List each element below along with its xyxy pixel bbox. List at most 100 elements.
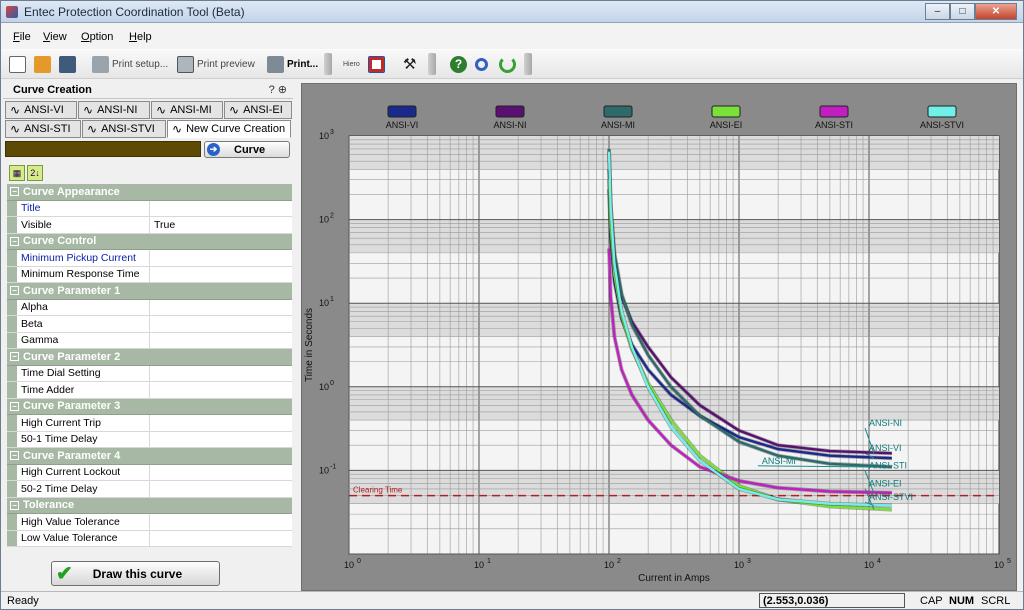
property-value[interactable]: [150, 382, 292, 398]
print-setup-label: Print setup...: [112, 58, 169, 70]
property-category[interactable]: − Curve Appearance: [7, 184, 292, 201]
property-value[interactable]: [150, 300, 292, 316]
chart-pane[interactable]: Clearing Time ANSI-VI ANSI-NI ANSI-MI ANSI-E…: [301, 83, 1017, 591]
legend-swatch-ansi-ni: [495, 105, 525, 118]
property-value[interactable]: [150, 415, 292, 431]
tab-ansi-ni[interactable]: ∿ ANSI-NI: [78, 101, 150, 119]
curve-end-label: ANSI-STVI: [869, 492, 913, 502]
collapse-icon[interactable]: −: [10, 187, 19, 197]
menu-file[interactable]: File: [13, 31, 31, 43]
property-row[interactable]: High Current Trip: [7, 415, 292, 432]
property-row[interactable]: Time Adder: [7, 382, 292, 399]
property-label: Alpha: [7, 299, 150, 315]
tcc-chart[interactable]: Clearing Time ANSI-VI ANSI-NI ANSI-MI ANSI-E…: [302, 84, 1018, 592]
property-category[interactable]: − Curve Parameter 1: [7, 283, 292, 300]
help-button[interactable]: ?: [450, 54, 470, 74]
tab-new-curve-creation[interactable]: ∿ New Curve Creation: [167, 120, 291, 138]
tools-button[interactable]: ⚒: [403, 54, 416, 74]
property-row[interactable]: Alpha: [7, 299, 292, 316]
new-button[interactable]: [9, 54, 29, 74]
property-row[interactable]: Low Value Tolerance: [7, 530, 292, 547]
curve-button[interactable]: ➔ Curve: [204, 141, 290, 158]
property-row[interactable]: Beta: [7, 316, 292, 333]
property-row[interactable]: High Value Tolerance: [7, 514, 292, 531]
menu-view[interactable]: View: [43, 31, 67, 43]
print-button[interactable]: Print...: [267, 54, 318, 74]
toolbar-grip[interactable]: [324, 53, 332, 75]
property-category[interactable]: − Curve Parameter 3: [7, 398, 292, 415]
y-tick-label: 10: [319, 382, 329, 392]
collapse-icon[interactable]: −: [10, 500, 19, 510]
property-value[interactable]: [150, 514, 292, 530]
property-category-label: Curve Parameter 2: [23, 350, 121, 363]
panel-pin-icon[interactable]: ? ⊕: [269, 83, 287, 96]
property-value[interactable]: [150, 432, 292, 448]
toolbar-grip-2[interactable]: [428, 53, 436, 75]
print-preview-label: Print preview: [197, 58, 255, 70]
menu-option-mnemonic: O: [81, 31, 90, 43]
plot-band: [349, 136, 999, 170]
tab-ansi-sti[interactable]: ∿ ANSI-STI: [5, 120, 81, 138]
property-category[interactable]: − Curve Parameter 2: [7, 349, 292, 366]
menu-help[interactable]: Help: [129, 31, 152, 43]
property-row[interactable]: Time Dial Setting: [7, 365, 292, 382]
property-grid: − Curve Appearance Title Visible True − Curve …: [7, 184, 292, 547]
tab-ansi-stvi[interactable]: ∿ ANSI-STVI: [82, 120, 166, 138]
legend-label-ansi-stvi: ANSI-STVI: [920, 120, 964, 130]
property-category[interactable]: − Tolerance: [7, 497, 292, 514]
save-button[interactable]: [59, 54, 79, 74]
property-row[interactable]: 50-2 Time Delay: [7, 481, 292, 498]
property-category[interactable]: − Curve Parameter 4: [7, 448, 292, 465]
y-tick-exponent: 3: [330, 129, 334, 136]
tab-ansi-ei[interactable]: ∿ ANSI-EI: [224, 101, 292, 119]
property-value[interactable]: True: [150, 217, 292, 233]
curve-name-field[interactable]: [5, 141, 201, 157]
tab-label: ANSI-EI: [243, 104, 283, 116]
draw-curve-button[interactable]: ✔ Draw this curve: [51, 561, 220, 586]
categorized-icon[interactable]: ▦: [9, 165, 25, 181]
print-preview-button[interactable]: Print preview: [177, 54, 255, 74]
tab-ansi-vi[interactable]: ∿ ANSI-VI: [5, 101, 77, 119]
collapse-icon[interactable]: −: [10, 352, 19, 362]
collapse-icon[interactable]: −: [10, 236, 19, 246]
property-row[interactable]: Minimum Response Time: [7, 266, 292, 283]
property-category[interactable]: − Curve Control: [7, 233, 292, 250]
property-label: Time Dial Setting: [7, 365, 150, 381]
property-value[interactable]: [150, 531, 292, 547]
property-value[interactable]: [150, 201, 292, 217]
alphabetical-icon[interactable]: 2↓: [27, 165, 43, 181]
close-button[interactable]: ✕: [975, 3, 1017, 20]
property-value[interactable]: [150, 316, 292, 332]
maximize-button[interactable]: □: [950, 3, 975, 20]
minimize-button[interactable]: –: [925, 3, 950, 20]
menu-option[interactable]: Option: [81, 31, 113, 43]
tab-ansi-mi[interactable]: ∿ ANSI-MI: [151, 101, 223, 119]
report-icon: [368, 55, 385, 73]
folder-open-icon: [34, 55, 51, 73]
x-tick-label: 10: [734, 560, 744, 570]
property-row[interactable]: Visible True: [7, 217, 292, 234]
property-row[interactable]: Title: [7, 200, 292, 217]
property-row[interactable]: Gamma: [7, 332, 292, 349]
property-value[interactable]: [150, 333, 292, 349]
collapse-icon[interactable]: −: [10, 286, 19, 296]
floppy-disk-icon: [59, 55, 76, 73]
property-row[interactable]: High Current Lockout: [7, 464, 292, 481]
find-button[interactable]: [475, 54, 491, 74]
property-value[interactable]: [150, 267, 292, 283]
property-row[interactable]: Minimum Pickup Current: [7, 250, 292, 267]
print-setup-button[interactable]: Print setup...: [92, 54, 168, 74]
refresh-button[interactable]: [499, 54, 519, 74]
property-value[interactable]: [150, 465, 292, 481]
open-button[interactable]: [34, 54, 54, 74]
toolbar-grip-3[interactable]: [524, 53, 532, 75]
x-tick-exponent: 0: [357, 558, 361, 565]
property-row[interactable]: 50-1 Time Delay: [7, 431, 292, 448]
property-value[interactable]: [150, 366, 292, 382]
collapse-icon[interactable]: −: [10, 401, 19, 411]
property-value[interactable]: [150, 481, 292, 497]
x-tick-label: 10: [474, 560, 484, 570]
property-value[interactable]: [150, 250, 292, 266]
collapse-icon[interactable]: −: [10, 451, 19, 461]
report-button[interactable]: [368, 54, 388, 74]
